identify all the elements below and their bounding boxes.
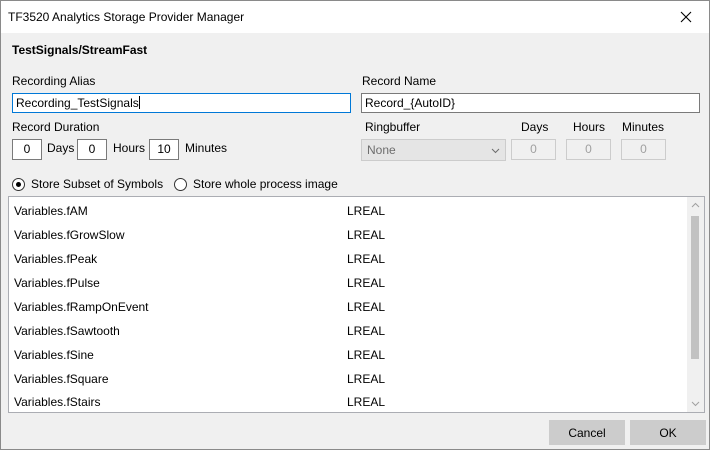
record-name-label: Record Name <box>362 74 437 88</box>
rb-minutes-input[interactable]: 0 <box>621 139 666 160</box>
stream-path-title: TestSignals/StreamFast <box>12 43 148 57</box>
symbol-type: LREAL <box>347 276 386 290</box>
symbol-type: LREAL <box>347 204 386 218</box>
ringbuffer-selected-value: None <box>367 143 396 157</box>
symbol-type: LREAL <box>347 372 386 386</box>
symbol-type: LREAL <box>347 324 386 338</box>
close-button[interactable] <box>663 1 709 33</box>
symbol-type: LREAL <box>347 252 386 266</box>
close-icon <box>680 11 692 23</box>
chevron-up-icon <box>691 202 700 208</box>
symbol-type: LREAL <box>347 300 386 314</box>
duration-minutes-input[interactable]: 10 <box>149 139 179 160</box>
scroll-up-button[interactable] <box>687 197 704 214</box>
store-subset-radio[interactable]: Store Subset of Symbols <box>12 177 163 191</box>
list-item[interactable]: Variables.fPeak LREAL <box>9 247 689 271</box>
symbol-name: Variables.fPulse <box>14 276 100 290</box>
chevron-down-icon <box>491 148 500 154</box>
symbol-name: Variables.fGrowSlow <box>14 228 125 242</box>
cancel-button[interactable]: Cancel <box>549 420 625 445</box>
store-subset-label: Store Subset of Symbols <box>31 177 164 191</box>
symbol-type: LREAL <box>347 348 386 362</box>
recording-alias-label: Recording Alias <box>12 74 96 88</box>
symbol-name: Variables.fSine <box>14 348 94 362</box>
list-item[interactable]: Variables.fGrowSlow LREAL <box>9 223 689 247</box>
duration-hours-label: Hours <box>113 141 146 155</box>
vertical-scrollbar[interactable] <box>687 197 704 412</box>
title-bar[interactable]: TF3520 Analytics Storage Provider Manage… <box>1 1 709 33</box>
rb-hours-input[interactable]: 0 <box>566 139 611 160</box>
ringbuffer-label: Ringbuffer <box>365 120 421 134</box>
radio-unchecked-indicator <box>174 177 187 191</box>
symbol-name: Variables.fSquare <box>14 372 109 386</box>
list-item[interactable]: Variables.fAM LREAL <box>9 199 689 223</box>
symbol-name: Variables.fAM <box>14 204 88 218</box>
duration-hours-input[interactable]: 0 <box>77 139 107 160</box>
symbol-name: Variables.fPeak <box>14 252 98 266</box>
symbol-name: Variables.fStairs <box>14 395 101 409</box>
chevron-down-icon <box>691 401 700 407</box>
recording-alias-input[interactable]: Recording_TestSignals <box>12 93 351 113</box>
duration-days-label: Days <box>47 141 75 155</box>
record-name-value: Record_{AutoID} <box>365 96 456 110</box>
recording-alias-value: Recording_TestSignals <box>16 96 139 110</box>
symbol-list[interactable]: Variables.fAM LREAL Variables.fGrowSlow … <box>8 196 705 413</box>
list-item[interactable]: Variables.fRampOnEvent LREAL <box>9 295 689 319</box>
text-caret <box>138 96 140 109</box>
record-duration-label: Record Duration <box>12 120 100 134</box>
duration-days-input[interactable]: 0 <box>12 139 42 160</box>
scroll-down-button[interactable] <box>687 395 704 412</box>
list-item[interactable]: Variables.fStairs LREAL <box>9 390 689 412</box>
record-name-input[interactable]: Record_{AutoID} <box>361 93 700 113</box>
rb-hours-label: Hours <box>573 120 606 134</box>
window-title: TF3520 Analytics Storage Provider Manage… <box>8 10 245 24</box>
store-whole-label: Store whole process image <box>193 177 338 191</box>
list-item[interactable]: Variables.fSawtooth LREAL <box>9 319 689 343</box>
rb-days-label: Days <box>521 120 549 134</box>
symbol-name: Variables.fSawtooth <box>14 324 120 338</box>
scrollbar-thumb[interactable] <box>691 216 699 359</box>
ringbuffer-select[interactable]: None <box>361 139 506 161</box>
ok-button[interactable]: OK <box>630 420 706 445</box>
store-whole-radio[interactable]: Store whole process image <box>174 177 338 191</box>
radio-checked-indicator <box>12 177 25 191</box>
list-item[interactable]: Variables.fSquare LREAL <box>9 367 689 391</box>
list-item[interactable]: Variables.fSine LREAL <box>9 343 689 367</box>
rb-days-input[interactable]: 0 <box>511 139 556 160</box>
symbol-type: LREAL <box>347 228 386 242</box>
dialog-window: TF3520 Analytics Storage Provider Manage… <box>0 0 710 450</box>
symbol-type: LREAL <box>347 395 386 409</box>
list-item[interactable]: Variables.fPulse LREAL <box>9 271 689 295</box>
symbol-name: Variables.fRampOnEvent <box>14 300 149 314</box>
duration-minutes-label: Minutes <box>185 141 228 155</box>
rb-minutes-label: Minutes <box>622 120 665 134</box>
